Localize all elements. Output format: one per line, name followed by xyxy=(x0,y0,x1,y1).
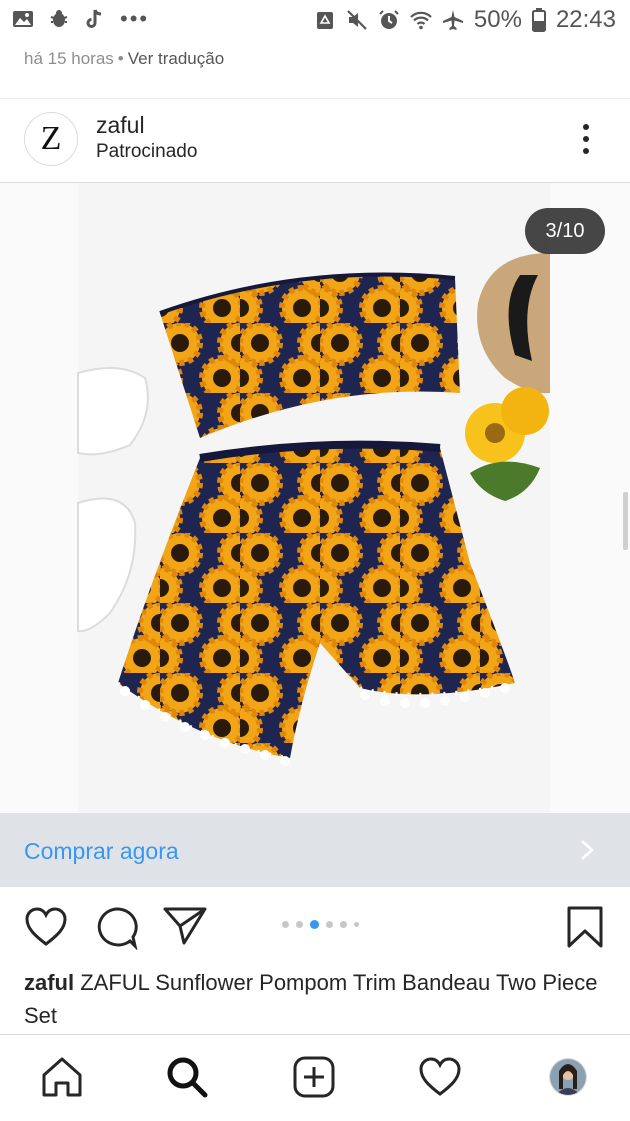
sponsored-label: Patrocinado xyxy=(96,141,198,162)
share-icon[interactable] xyxy=(162,906,208,946)
carousel-dot xyxy=(354,922,359,927)
caption-text: ZAFUL Sunflower Pompom Trim Bandeau Two … xyxy=(24,970,598,1028)
profile-avatar[interactable] xyxy=(549,1058,587,1096)
status-bar: ••• 50% 22:43 xyxy=(0,0,630,42)
carousel-dot xyxy=(296,921,303,928)
clock: 22:43 xyxy=(555,6,616,33)
carousel-dot xyxy=(326,921,333,928)
post-caption: zaful ZAFUL Sunflower Pompom Trim Bandea… xyxy=(24,966,614,1032)
wifi-icon xyxy=(410,11,432,30)
tiktok-icon xyxy=(86,9,102,28)
time-ago: há 15 horas xyxy=(24,49,114,68)
activity-heart-icon[interactable] xyxy=(418,1055,462,1099)
carousel-dot xyxy=(340,921,347,928)
account-avatar[interactable]: Z xyxy=(24,112,78,166)
carousel-counter: 3/10 xyxy=(525,208,605,254)
zaful-logo: Z xyxy=(40,120,62,157)
product-image xyxy=(77,183,550,813)
carousel-indicator xyxy=(282,920,359,929)
profile-photo xyxy=(550,1059,586,1095)
carousel-dot xyxy=(282,921,289,928)
chevron-right-icon[interactable] xyxy=(578,838,596,862)
mute-icon xyxy=(347,10,367,30)
account-username[interactable]: zaful xyxy=(96,112,145,139)
more-options-icon[interactable] xyxy=(574,122,598,156)
shop-now-label[interactable]: Comprar agora xyxy=(24,838,179,865)
heart-icon[interactable] xyxy=(24,906,68,948)
post-header xyxy=(0,98,630,183)
home-icon[interactable] xyxy=(40,1055,84,1099)
battery-icon xyxy=(531,8,546,32)
airplane-icon xyxy=(442,10,463,30)
caption-username[interactable]: zaful xyxy=(24,970,74,995)
battery-percent: 50% xyxy=(473,6,522,33)
add-post-icon[interactable] xyxy=(292,1055,336,1099)
carousel-dot-active xyxy=(310,920,319,929)
post-photo[interactable] xyxy=(0,183,630,813)
comment-icon[interactable] xyxy=(94,906,138,950)
search-icon[interactable] xyxy=(165,1055,209,1099)
more-notifications: ••• xyxy=(120,6,150,31)
bookmark-icon[interactable] xyxy=(566,905,604,949)
translate-link[interactable]: Ver tradução xyxy=(128,49,224,68)
image-icon xyxy=(13,11,33,27)
bug-icon xyxy=(50,10,68,27)
recycle-icon xyxy=(316,12,333,29)
post-meta: há 15 horas • Ver tradução xyxy=(24,49,224,69)
separator: • xyxy=(117,49,124,68)
alarm-icon xyxy=(379,10,399,29)
scrollbar[interactable] xyxy=(623,492,628,550)
